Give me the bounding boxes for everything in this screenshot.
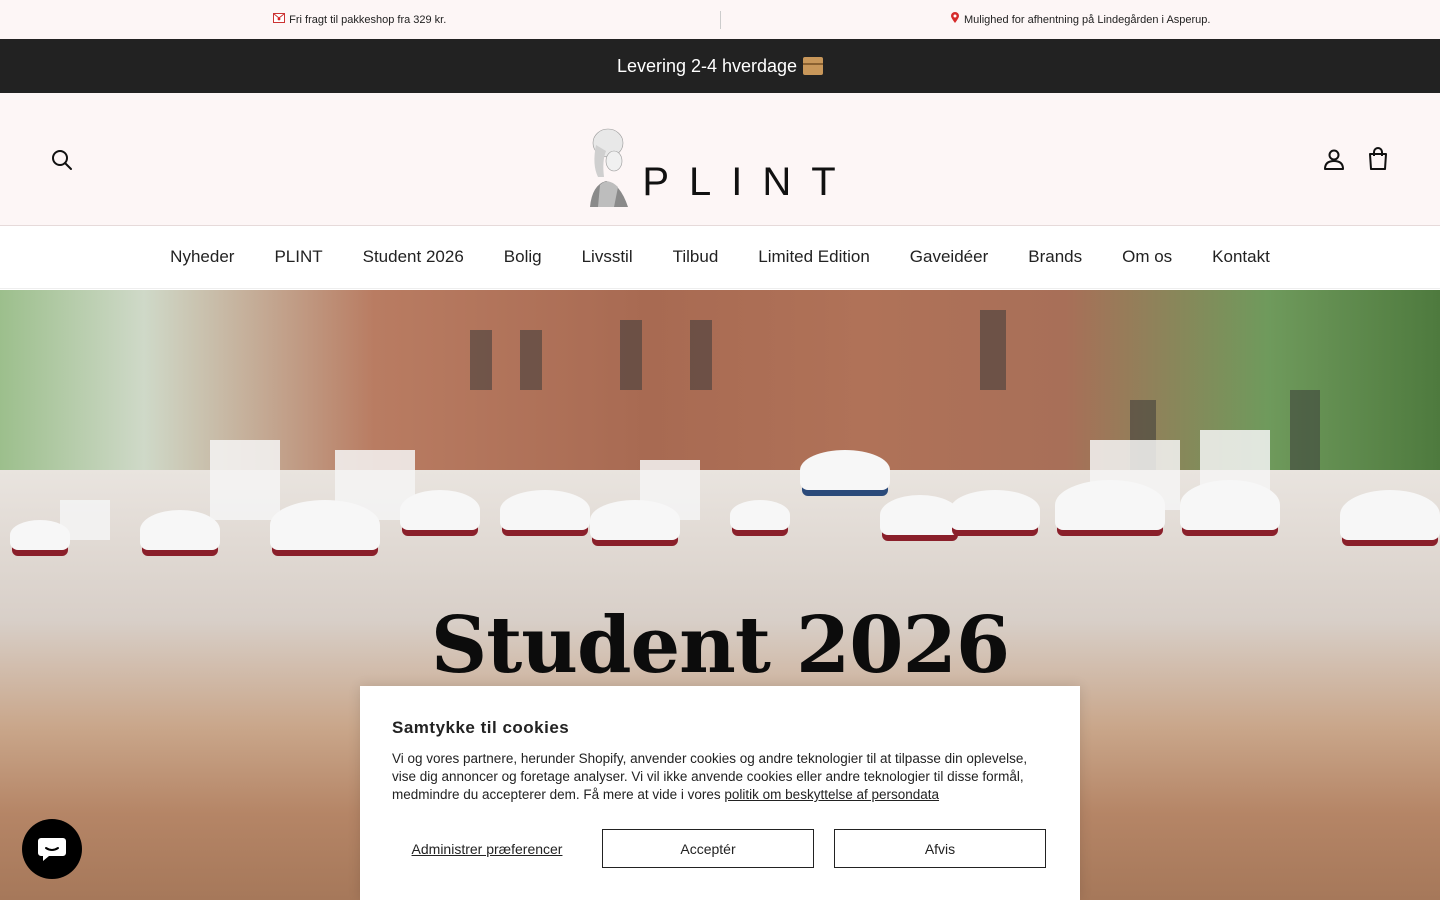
hero-title: Student 2026 [430,600,1010,691]
hero-hat [950,490,1040,530]
nav-item-nyheder[interactable]: Nyheder [170,247,234,267]
announcement-right: Mulighed for afhentning på Lindegården i… [721,12,1440,27]
accept-cookies-button[interactable]: Acceptér [602,829,814,868]
hero-window [690,320,712,390]
cookie-consent-dialog: Samtykke til cookies Vi og vores partner… [360,686,1080,900]
decline-cookies-button[interactable]: Afvis [834,829,1046,868]
nav-item-livsstil[interactable]: Livsstil [582,247,633,267]
nav-item-brands[interactable]: Brands [1028,247,1082,267]
hero-hat [140,510,220,550]
hero-hat [800,450,890,490]
announcement-left-text: Fri fragt til pakkeshop fra 329 kr. [289,13,447,26]
nav-item-bolig[interactable]: Bolig [504,247,542,267]
announcement-right-text: Mulighed for afhentning på Lindegården i… [964,13,1211,26]
hero-hat [10,520,70,550]
hero-hat [590,500,680,540]
cart-icon [1369,147,1387,170]
cookie-title: Samtykke til cookies [392,718,570,737]
nav-item-plint[interactable]: PLINT [274,247,322,267]
account-icon [1324,149,1344,170]
site-logo[interactable]: PLINT [584,117,855,207]
nav-item-student-2026[interactable]: Student 2026 [363,247,464,267]
box-icon [803,57,824,75]
delivery-text: Levering 2-4 hverdage [616,55,798,76]
logo-text: PLINT [642,160,856,204]
cookie-body: Vi og vores partnere, herunder Shopify, … [392,750,1048,804]
hero-hat [730,500,790,530]
nav-item-tilbud[interactable]: Tilbud [673,247,719,267]
header-actions [1322,147,1390,171]
hero-sign [210,440,280,520]
cookie-actions: Administrer præferencer Acceptér Afvis [392,829,1048,868]
nav-item-gaveideer[interactable]: Gaveidéer [910,247,988,267]
hero-hat [1055,480,1165,530]
hero-hat [400,490,480,530]
hero-hat [880,495,960,535]
hero-hat [1340,490,1440,540]
search-icon [52,150,72,170]
pin-icon [950,12,960,27]
logo-figure-icon [590,128,629,207]
announcement-bar: Fri fragt til pakkeshop fra 329 kr. Muli… [0,0,1440,39]
hero-window [1290,390,1320,470]
hero-window [470,330,492,390]
hero-window [620,320,642,390]
main-navigation: Nyheder PLINT Student 2026 Bolig Livssti… [0,226,1440,289]
hero-hat [1180,480,1280,530]
announcement-left: Fri fragt til pakkeshop fra 329 kr. [0,13,720,26]
manage-preferences-link[interactable]: Administrer præferencer [392,841,582,857]
hero-window [980,310,1006,390]
nav-item-limited-edition[interactable]: Limited Edition [758,247,870,267]
chat-button[interactable] [22,819,82,879]
search-button[interactable] [50,148,74,172]
hero-hat [500,490,590,530]
chat-icon [38,838,66,861]
account-button[interactable] [1322,147,1346,171]
mail-icon [273,13,286,26]
hero-hat [270,500,380,550]
hero-window [520,330,542,390]
cart-button[interactable] [1366,147,1390,171]
delivery-bar: Levering 2-4 hverdage [0,39,1440,93]
nav-item-om-os[interactable]: Om os [1122,247,1172,267]
privacy-policy-link[interactable]: politik om beskyttelse af persondata [724,787,939,802]
nav-item-kontakt[interactable]: Kontakt [1212,247,1270,267]
site-header: PLINT [0,93,1440,226]
